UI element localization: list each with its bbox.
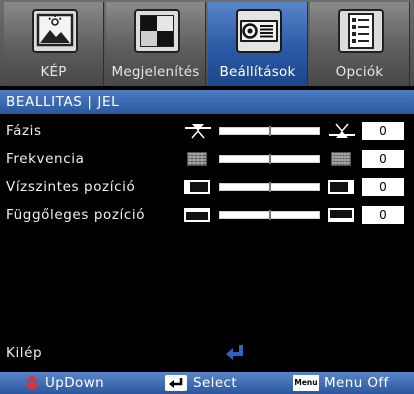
settings-panel: Fázis 0 Frekvencia 0 Vízszintes pozíció … — [0, 116, 414, 370]
tab-label: Beállítások — [219, 64, 296, 80]
phase-minus-icon[interactable] — [183, 122, 213, 140]
menu-key-icon: Menu — [293, 375, 319, 391]
setting-row-h-position[interactable]: Vízszintes pozíció 0 — [0, 176, 414, 200]
setting-label: Vízszintes pozíció — [6, 179, 136, 195]
frequency-value: 0 — [362, 150, 404, 168]
picture-icon — [32, 9, 78, 53]
setting-row-frequency[interactable]: Frekvencia 0 — [0, 148, 414, 172]
frequency-minus-icon[interactable] — [183, 150, 213, 168]
menu-tab-bar: KÉP Megjelenítés Beállítások Opciók — [0, 0, 414, 86]
section-title: BEALLITAS | JEL — [6, 94, 120, 110]
exit-label: Kilép — [6, 345, 43, 361]
h-position-left-icon[interactable] — [183, 178, 213, 196]
slider-thumb[interactable] — [269, 154, 271, 164]
setting-row-phase[interactable]: Fázis 0 — [0, 120, 414, 144]
h-position-slider[interactable] — [219, 182, 320, 192]
h-position-value: 0 — [362, 178, 404, 196]
help-bar: UpDown Select Menu Menu Off — [0, 372, 414, 394]
section-header: BEALLITAS | JEL — [0, 90, 414, 114]
phase-value: 0 — [362, 122, 404, 140]
v-position-value: 0 — [362, 206, 404, 224]
slider-thumb[interactable] — [269, 210, 271, 220]
tab-options[interactable]: Opciók — [310, 2, 410, 86]
help-updown-label: UpDown — [45, 375, 105, 391]
help-menu-label: Menu Off — [324, 375, 389, 391]
help-select-label: Select — [193, 375, 238, 391]
projector-icon — [236, 9, 282, 53]
tab-label: Opciók — [335, 64, 384, 80]
help-select: Select — [165, 372, 285, 394]
slider-thumb[interactable] — [269, 126, 271, 136]
setting-label: Függőleges pozíció — [6, 207, 146, 223]
v-position-down-icon[interactable] — [183, 206, 213, 224]
h-position-right-icon[interactable] — [327, 178, 357, 196]
enter-key-icon — [165, 375, 187, 391]
exit-row[interactable]: Kilép — [0, 342, 414, 366]
v-position-up-icon[interactable] — [327, 206, 357, 224]
slider-thumb[interactable] — [269, 182, 271, 192]
tab-display[interactable]: Megjelenítés — [106, 2, 206, 86]
setting-label: Fázis — [6, 123, 42, 139]
v-position-slider[interactable] — [219, 210, 320, 220]
frequency-slider[interactable] — [219, 154, 320, 164]
tab-settings[interactable]: Beállítások — [208, 2, 308, 86]
projector-osd-menu: KÉP Megjelenítés Beállítások Opciók BEAL… — [0, 0, 414, 394]
options-icon — [338, 9, 384, 53]
enter-icon[interactable] — [224, 342, 246, 362]
updown-arrows-icon — [25, 375, 39, 391]
display-icon — [134, 9, 180, 53]
tab-picture[interactable]: KÉP — [4, 2, 104, 86]
frequency-plus-icon[interactable] — [327, 150, 357, 168]
phase-slider[interactable] — [219, 126, 320, 136]
help-updown: UpDown — [0, 372, 130, 394]
help-menu: Menu Menu Off — [293, 372, 414, 394]
phase-plus-icon[interactable] — [327, 122, 357, 140]
setting-row-v-position[interactable]: Függőleges pozíció 0 — [0, 204, 414, 228]
tab-label: KÉP — [40, 64, 67, 80]
setting-label: Frekvencia — [6, 151, 85, 167]
tab-label: Megjelenítés — [111, 64, 200, 80]
